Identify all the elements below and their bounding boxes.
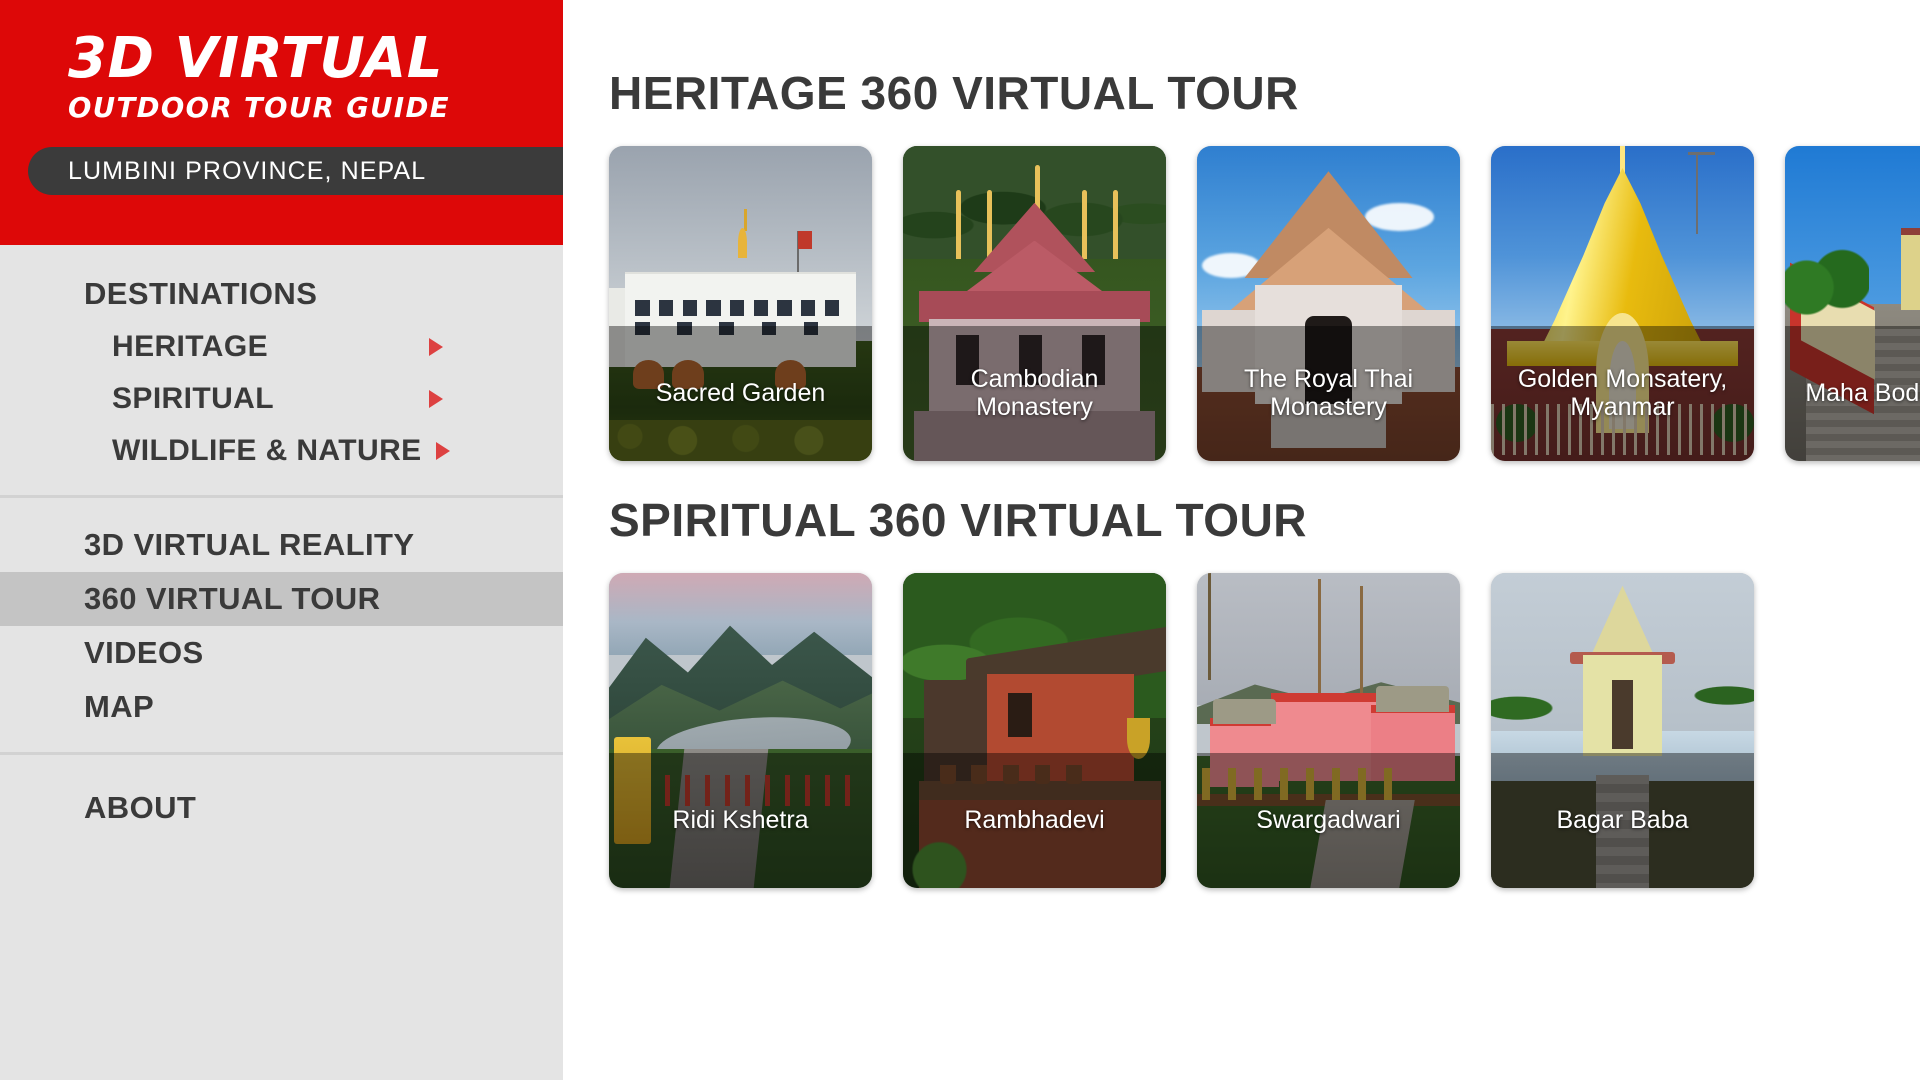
sidebar-item-label: MAP [84, 689, 155, 724]
tour-card-title: Golden Monsatery, Myanmar [1517, 365, 1728, 422]
sidebar-item-destinations[interactable]: DESTINATIONS [0, 267, 563, 321]
sidebar-item-label: SPIRITUAL [112, 382, 274, 415]
sidebar-item-label: WILDLIFE & NATURE [112, 434, 422, 467]
location-chip-label: LUMBINI PROVINCE, NEPAL [68, 156, 427, 185]
tour-card[interactable]: Golden Monsatery, Myanmar [1491, 146, 1754, 461]
main-content: HERITAGE 360 VIRTUAL TOUR Sacred Garden Ca… [563, 0, 1920, 1080]
tour-card[interactable]: Sacred Garden [609, 146, 872, 461]
sidebar-item-label: 3D VIRTUAL REALITY [84, 527, 415, 562]
section-title: HERITAGE 360 VIRTUAL TOUR [609, 67, 1299, 119]
sidebar-group-3: ABOUT [0, 752, 563, 853]
sidebar-item-label: DESTINATIONS [84, 276, 318, 311]
card-carousel[interactable]: Sacred Garden Cambodian Monastery The Roya… [609, 146, 1920, 461]
sidebar-item-wildlife-nature[interactable]: WILDLIFE & NATURE [0, 425, 563, 477]
tour-card[interactable]: Bagar Baba [1491, 573, 1754, 888]
tour-card[interactable]: Rambhadevi [903, 573, 1166, 888]
tour-section: HERITAGE 360 VIRTUAL TOUR Sacred Garden Ca… [609, 66, 1920, 461]
sidebar: 3D VIRTUAL OUTDOOR TOUR GUIDE LUMBINI PR… [0, 0, 563, 1080]
sidebar-item-360-virtual-tour[interactable]: 360 VIRTUAL TOUR [0, 572, 563, 626]
brand-title-primary: 3D VIRTUAL [68, 26, 443, 91]
sidebar-item-label: ABOUT [84, 790, 197, 825]
tour-card-title: Sacred Garden [655, 379, 826, 408]
chevron-right-icon [435, 442, 450, 460]
sidebar-group-2: 3D VIRTUAL REALITY 360 VIRTUAL TOUR VIDEOS… [0, 495, 563, 752]
tour-card-title: Ridi Kshetra [672, 806, 809, 835]
tour-card-title: Swargadwari [1256, 806, 1401, 835]
tour-card[interactable]: Cambodian Monastery [903, 146, 1166, 461]
sidebar-group-1: DESTINATIONS HERITAGE SPIRITUAL WILDLIFE & … [0, 245, 563, 495]
tour-card[interactable]: Ridi Kshetra [609, 573, 872, 888]
tour-card-title: Cambodian Monastery [970, 365, 1099, 422]
sidebar-nav: DESTINATIONS HERITAGE SPIRITUAL WILDLIFE & … [0, 245, 563, 853]
sidebar-item-heritage[interactable]: HERITAGE [0, 321, 563, 373]
section-title: SPIRITUAL 360 VIRTUAL TOUR [609, 494, 1308, 546]
brand-header: 3D VIRTUAL OUTDOOR TOUR GUIDE LUMBINI PR… [0, 0, 563, 245]
tour-card-title: Rambhadevi [964, 806, 1105, 835]
sidebar-item-map[interactable]: MAP [0, 680, 563, 734]
tour-card-title: Maha Bodhi Society [1805, 379, 1920, 408]
location-chip: LUMBINI PROVINCE, NEPAL [28, 147, 563, 195]
tour-card[interactable]: Maha Bodhi Society [1785, 146, 1920, 461]
tour-card[interactable]: Swargadwari [1197, 573, 1460, 888]
tour-card-title: Bagar Baba [1556, 806, 1689, 835]
sidebar-item-label: VIDEOS [84, 635, 204, 670]
sections-container: HERITAGE 360 VIRTUAL TOUR Sacred Garden Ca… [609, 66, 1920, 888]
card-carousel[interactable]: Ridi Kshetra Rambhadevi Swargadwari Bagar B… [609, 573, 1920, 888]
sidebar-item-label: HERITAGE [112, 330, 268, 363]
tour-card[interactable]: The Royal Thai Monastery [1197, 146, 1460, 461]
tour-section: SPIRITUAL 360 VIRTUAL TOUR Ridi Kshetra Ra… [609, 493, 1920, 888]
sidebar-item-3d-virtual-reality[interactable]: 3D VIRTUAL REALITY [0, 518, 563, 572]
sidebar-item-about[interactable]: ABOUT [0, 781, 563, 835]
tour-card-title: The Royal Thai Monastery [1243, 365, 1414, 422]
app-root: 3D VIRTUAL OUTDOOR TOUR GUIDE LUMBINI PR… [0, 0, 1920, 1080]
brand-title-secondary: OUTDOOR TOUR GUIDE [68, 91, 450, 124]
sidebar-item-label: 360 VIRTUAL TOUR [84, 581, 381, 616]
sidebar-item-spiritual[interactable]: SPIRITUAL [0, 373, 563, 425]
chevron-right-icon [429, 338, 443, 356]
sidebar-item-videos[interactable]: VIDEOS [0, 626, 563, 680]
chevron-right-icon [429, 390, 443, 408]
